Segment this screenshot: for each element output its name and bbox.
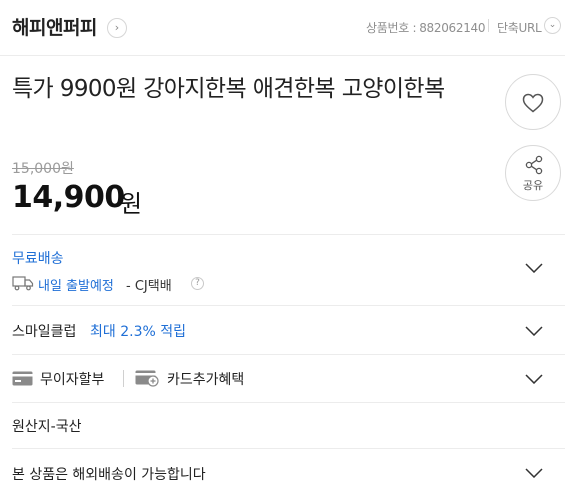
smile-club-value: 최대 2.3% 적립 <box>90 324 186 340</box>
shipping-row[interactable]: 무료배송 내일 출발예정 - CJ택배 ? <box>12 234 565 305</box>
installment-label: 무이자할부 <box>40 372 105 388</box>
store-name[interactable]: 해피앤퍼피 <box>12 13 97 40</box>
origin-text: 원산지-국산 <box>12 419 82 435</box>
share-icon <box>525 155 543 175</box>
shipping-carrier: - CJ택배 <box>126 279 172 294</box>
shipping-title: 무료배송 <box>12 251 64 267</box>
international-shipping-text: 본 상품은 해외배송이 가능합니다 <box>12 467 206 483</box>
chevron-down-icon[interactable] <box>525 326 543 336</box>
payment-benefits-row[interactable]: 무이자할부 카드추가혜택 <box>12 354 565 402</box>
international-shipping-row[interactable]: 본 상품은 해외배송이 가능합니다 <box>12 448 565 500</box>
store-header: 해피앤퍼피 › 상품번호 :882062140 단축URL ⌄ <box>0 0 565 56</box>
chevron-down-icon[interactable]: ⌄ <box>544 17 561 34</box>
short-url-button[interactable]: 단축URL <box>497 19 542 36</box>
chevron-down-icon[interactable] <box>525 374 543 384</box>
payment-divider <box>123 370 124 387</box>
card-icon <box>12 371 33 386</box>
store-chevron-right-icon[interactable]: › <box>107 18 127 38</box>
truck-icon <box>12 276 34 291</box>
origin-row: 원산지-국산 <box>12 402 565 448</box>
share-button[interactable]: 공유 <box>505 145 561 201</box>
heart-icon <box>522 93 544 113</box>
help-icon[interactable]: ? <box>191 277 204 290</box>
shipping-eta: 내일 출발예정 <box>38 279 114 294</box>
share-label: 공유 <box>522 179 544 192</box>
smile-club-row[interactable]: 스마일클럽 최대 2.3% 적립 <box>12 305 565 354</box>
chevron-down-icon[interactable] <box>525 468 543 478</box>
chevron-down-icon[interactable] <box>525 263 543 273</box>
sale-price: 14,900 <box>12 180 125 215</box>
smile-club-label: 스마일클럽 <box>12 324 77 340</box>
header-divider <box>488 19 489 32</box>
like-button[interactable] <box>505 74 561 130</box>
product-title: 특가 9900원 강아지한복 애견한복 고양이한복 <box>12 76 445 102</box>
original-price: 15,000원 <box>12 161 74 177</box>
card-benefit-label: 카드추가혜택 <box>167 372 245 388</box>
product-number-label: 상품번호 : <box>366 21 417 35</box>
product-number-value: 882062140 <box>419 21 486 35</box>
sale-price-unit: 원 <box>120 190 143 218</box>
card-plus-icon <box>135 370 159 387</box>
product-number: 상품번호 :882062140 <box>366 19 486 36</box>
